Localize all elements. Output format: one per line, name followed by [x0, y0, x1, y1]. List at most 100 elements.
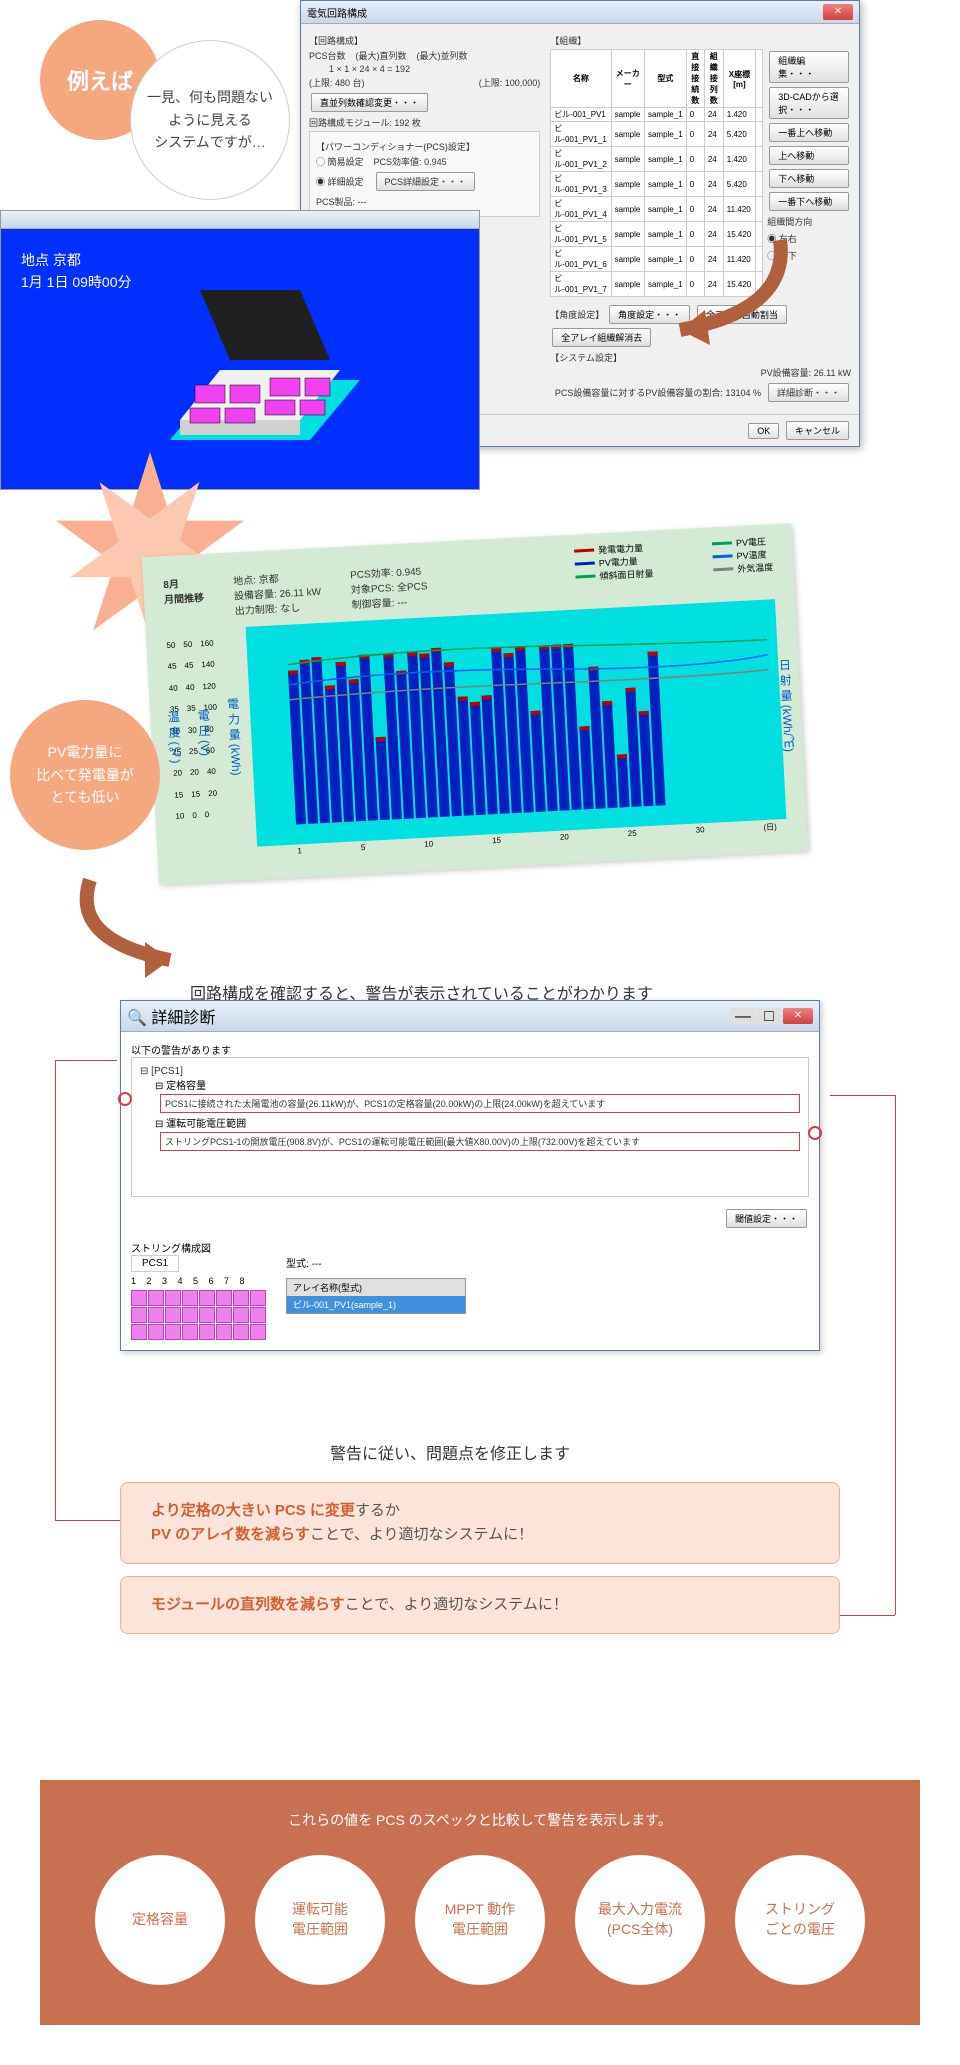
- dialog-title: 電気回路構成: [307, 5, 367, 20]
- radio-simple[interactable]: 簡易設定: [328, 157, 364, 167]
- pcs-name: PCS製品: ---: [316, 195, 533, 208]
- banner-title: これらの値を PCS のスペックと比較して警告を表示します。: [80, 1810, 880, 1830]
- string-cell[interactable]: [131, 1307, 147, 1323]
- string-cell[interactable]: [250, 1307, 266, 1323]
- move-top-button[interactable]: 一番上へ移動: [769, 123, 849, 142]
- string-cell[interactable]: [131, 1324, 147, 1340]
- sys-label: 【システム設定】: [550, 351, 851, 364]
- string-cell[interactable]: [148, 1307, 164, 1323]
- location-text: 地点 京都: [21, 252, 81, 268]
- diag-close-icon[interactable]: ✕: [783, 1008, 813, 1024]
- string-cell[interactable]: [199, 1290, 215, 1306]
- type-label: 型式: ---: [286, 1255, 809, 1270]
- series-label: (最大)直列数: [356, 51, 407, 61]
- close-icon[interactable]: ✕: [823, 4, 853, 20]
- xlabel: (日): [763, 821, 777, 833]
- string-cell[interactable]: [216, 1307, 232, 1323]
- pcs-node: [PCS1]: [151, 1066, 183, 1077]
- table-row[interactable]: ビル-001_PV1samplesample_10241.420: [551, 108, 763, 122]
- string-cell[interactable]: [250, 1290, 266, 1306]
- array-list[interactable]: アレイ名称(型式) ビル-001_PV1(sample_1): [286, 1278, 466, 1314]
- chart-bars: [246, 599, 787, 846]
- c3l2: 比べて発電量が: [36, 767, 133, 783]
- node2: 運転可能電圧範囲: [166, 1119, 246, 1130]
- threshold-button[interactable]: 閾値設定・・・: [726, 1209, 807, 1228]
- table-row[interactable]: ビル-001_PV1_4samplesample_102411.420: [551, 197, 763, 222]
- edit-button[interactable]: 組織編集・・・: [769, 51, 849, 83]
- string-cell[interactable]: [131, 1290, 147, 1306]
- string-cell[interactable]: [148, 1290, 164, 1306]
- select-3d-button[interactable]: 3D-CADから選択・・・: [769, 87, 849, 119]
- parallel-label: (最大)並列数: [417, 51, 468, 61]
- advice1-bold2: PV のアレイ数を減らす: [151, 1526, 310, 1543]
- connector-line-2: [830, 1095, 895, 1096]
- string-cell[interactable]: [233, 1290, 249, 1306]
- string-cell[interactable]: [165, 1324, 181, 1340]
- array-item[interactable]: ビル-001_PV1(sample_1): [287, 1296, 465, 1313]
- advice1-mid: するか: [355, 1502, 400, 1519]
- section-text-2: 警告に従い、問題点を修正します: [330, 1440, 570, 1464]
- string-cell[interactable]: [165, 1307, 181, 1323]
- table-row[interactable]: ビル-001_PV1_2samplesample_10241.420: [551, 147, 763, 172]
- string-cell[interactable]: [233, 1324, 249, 1340]
- spec-circle-4: 最大入力電流(PCS全体): [575, 1855, 705, 1985]
- move-down-button[interactable]: 下へ移動: [769, 169, 849, 188]
- dialog-titlebar[interactable]: 電気回路構成 ✕: [301, 1, 859, 24]
- c3l3: とても低い: [51, 789, 120, 805]
- spec3l2: 電圧範囲: [452, 1921, 508, 1937]
- table-header-cell: X座標[m]: [723, 50, 755, 108]
- circuit-header: 【回路構成】: [309, 34, 540, 47]
- string-cell[interactable]: [199, 1307, 215, 1323]
- series-config-button[interactable]: 直並列数確認変更・・・: [311, 93, 428, 112]
- chart-legend: 発電電力量 PV電力量 傾斜面日射量: [574, 541, 654, 584]
- move-up-button[interactable]: 上へ移動: [769, 146, 849, 165]
- string-cell[interactable]: [233, 1307, 249, 1323]
- warn-header: 以下の警告があります: [131, 1042, 809, 1057]
- string-cell[interactable]: [216, 1290, 232, 1306]
- connector-line-1v: [55, 1060, 56, 1520]
- spec2l1: 運転可能: [292, 1901, 348, 1917]
- diag-titlebar[interactable]: 🔍 詳細診断 — □ ✕: [121, 1001, 819, 1032]
- table-header-cell: 名称: [551, 50, 611, 108]
- array-header: アレイ名称(型式): [287, 1279, 465, 1296]
- string-grid[interactable]: [131, 1290, 266, 1340]
- warning-marker-2: [808, 1126, 822, 1140]
- radio-detail[interactable]: 詳細設定: [328, 177, 364, 187]
- string-cell[interactable]: [250, 1324, 266, 1340]
- move-bottom-button[interactable]: 一番下へ移動: [769, 192, 849, 211]
- spec-banner: これらの値を PCS のスペックと比較して警告を表示します。 定格容量 運転可能…: [40, 1780, 920, 2025]
- string-cell[interactable]: [165, 1290, 181, 1306]
- string-cell[interactable]: [182, 1324, 198, 1340]
- pcs-detail-button[interactable]: PCS詳細設定・・・: [376, 172, 476, 191]
- table-row[interactable]: ビル-001_PV1_1samplesample_10245.420: [551, 122, 763, 147]
- table-header-cell: 型式: [644, 50, 686, 108]
- table-header-cell: 組織接列数: [704, 50, 723, 108]
- 3d-view-window: 地点 京都 1月 1日 09時00分: [0, 210, 480, 490]
- string-cell[interactable]: [148, 1324, 164, 1340]
- table-header-cell: [756, 50, 763, 108]
- advice1-end: ことで、より適切なシステムに！: [310, 1526, 533, 1543]
- pcs-count-label: PCS台数: [309, 51, 346, 61]
- spec2l2: 電圧範囲: [292, 1921, 348, 1937]
- spec5l1: ストリング: [765, 1901, 835, 1917]
- pv-cap-label: PV設備容量:: [761, 368, 812, 378]
- dir-label: 組織間方向: [767, 215, 851, 228]
- ok-button[interactable]: OK: [748, 423, 779, 439]
- diag-button[interactable]: 詳細診断・・・: [768, 383, 849, 402]
- string-cell[interactable]: [182, 1290, 198, 1306]
- upper1: (上限: 480 台): [309, 78, 365, 88]
- table-row[interactable]: ビル-001_PV1_3samplesample_10245.420: [551, 172, 763, 197]
- advice2-end: ことで、より適切なシステムに！: [345, 1596, 568, 1613]
- string-cell[interactable]: [182, 1307, 198, 1323]
- connector-line-1: [55, 1060, 117, 1061]
- clear-button[interactable]: 全アレイ組織解消去: [552, 328, 651, 347]
- string-cell[interactable]: [199, 1324, 215, 1340]
- intro-line1: 一見、何も問題ない: [147, 89, 273, 105]
- string-cell[interactable]: [216, 1324, 232, 1340]
- low-power-bubble: PV電力量に 比べて発電量が とても低い: [10, 700, 160, 850]
- pcs-tab[interactable]: PCS1: [131, 1255, 179, 1272]
- warning-tree[interactable]: ⊟ [PCS1] ⊟ 定格容量 PCS1に接続された太陽電池の容量(26.11k…: [131, 1057, 809, 1197]
- cancel-button[interactable]: キャンセル: [786, 421, 849, 440]
- intro-line3: システムですが…: [154, 134, 266, 150]
- advice-box-1: より定格の大きい PCS に変更するか PV のアレイ数を減らすことで、より適切…: [120, 1482, 840, 1564]
